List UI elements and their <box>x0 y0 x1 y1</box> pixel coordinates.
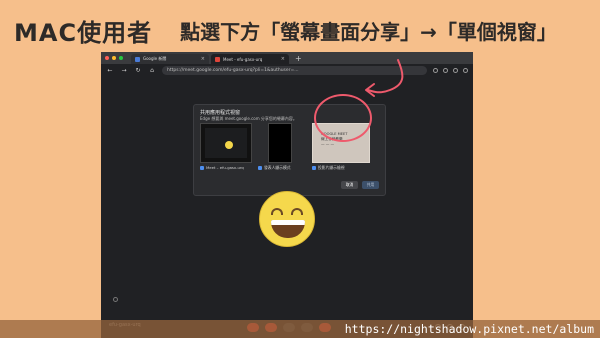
emoji-teeth <box>271 220 305 225</box>
google-news-icon <box>135 56 140 62</box>
window-thumbnail-slideshow[interactable]: GOOGLE MEET 線上會議教學 — — — <box>312 123 370 163</box>
tab-label: Meet - efu-gasx-urq <box>223 56 263 62</box>
more-icon[interactable] <box>463 67 468 73</box>
smile-emoji-icon <box>225 141 233 149</box>
recording-icon <box>215 56 220 62</box>
emoji-eye <box>271 208 283 215</box>
heading-tag: MAC使用者 <box>14 18 153 47</box>
close-tab-icon[interactable]: × <box>201 56 205 62</box>
settings-icon[interactable] <box>113 297 118 302</box>
meet-content: 共用應用程式視窗 Edge 想要與 meet.google.com 分享您的螢幕… <box>101 76 473 338</box>
close-tab-icon[interactable]: × <box>281 56 285 62</box>
window-label-presenter: 發表人顯示模式 <box>258 165 291 171</box>
share-window-dialog: 共用應用程式視窗 Edge 想要與 meet.google.com 分享您的螢幕… <box>193 104 386 196</box>
tab-label: Google 新聞 <box>143 56 167 61</box>
home-icon[interactable]: ⌂ <box>148 67 156 74</box>
favorites-icon[interactable] <box>443 67 448 73</box>
tab-meet[interactable]: Meet - efu-gasx-urq × <box>211 54 289 64</box>
forward-icon[interactable]: → <box>120 67 128 74</box>
plus-icon[interactable]: + <box>295 54 302 63</box>
reload-icon[interactable]: ↻ <box>134 67 142 74</box>
maximize-window-button[interactable] <box>119 56 123 60</box>
watermark-url: https://nightshadow.pixnet.net/album <box>344 322 594 336</box>
heading: MAC使用者 點選下方「螢幕畫面分享」→「單個視窗」 <box>14 10 594 50</box>
share-button[interactable]: 共用 <box>362 181 379 189</box>
thumb-text-line: — — — <box>321 142 335 146</box>
browser-window: Google 新聞 × Meet - efu-gasx-urq × + ← → … <box>101 52 473 338</box>
minimize-window-button[interactable] <box>112 56 116 60</box>
watermark-banner: https://nightshadow.pixnet.net/album <box>0 320 600 338</box>
tab-google-news[interactable]: Google 新聞 × <box>131 54 209 64</box>
dialog-title: 共用應用程式視窗 <box>200 110 241 116</box>
browser-toolbar: ← → ↻ ⌂ https://meet.google.com/efu-gasx… <box>101 64 473 76</box>
emoji-mouth <box>271 220 305 238</box>
window-label-text: 投影片顯示檢視 <box>318 165 345 170</box>
thumbnail-doc-text: GOOGLE MEET 線上會議教學 — — — <box>321 132 347 147</box>
edge-icon <box>200 165 204 170</box>
toolbar-icons <box>433 67 468 73</box>
keynote-icon <box>312 166 316 170</box>
window-thumbnails: GOOGLE MEET 線上會議教學 — — — Meet – efu-gasx… <box>200 123 380 175</box>
extension-icon[interactable] <box>433 67 438 73</box>
cancel-button[interactable]: 取消 <box>341 181 358 189</box>
window-label-text: 發表人顯示模式 <box>264 165 291 170</box>
keynote-icon <box>258 166 262 170</box>
grinning-emoji <box>259 191 315 247</box>
address-bar[interactable]: https://meet.google.com/efu-gasx-urq?pli… <box>162 65 427 75</box>
window-thumbnail-presenter[interactable] <box>268 123 292 163</box>
window-label-text: Meet – efu-gasx-urq <box>206 165 244 170</box>
tab-bar: Google 新聞 × Meet - efu-gasx-urq × + <box>101 52 473 64</box>
profile-icon[interactable] <box>453 67 458 73</box>
window-label-meet: Meet – efu-gasx-urq <box>200 165 244 170</box>
dialog-buttons: 取消 共用 <box>341 181 379 189</box>
close-window-button[interactable] <box>105 56 109 60</box>
window-controls <box>105 56 123 60</box>
window-label-slideshow: 投影片顯示檢視 <box>312 165 345 171</box>
back-icon[interactable]: ← <box>106 67 114 74</box>
emoji-eye <box>291 208 303 215</box>
dialog-subtitle: Edge 想要與 meet.google.com 分享您的螢幕內容。 <box>200 116 297 121</box>
heading-instruction: 點選下方「螢幕畫面分享」→「單個視窗」 <box>180 19 557 44</box>
thumbnail-preview <box>205 128 247 158</box>
window-thumbnail-meet[interactable] <box>200 123 252 163</box>
